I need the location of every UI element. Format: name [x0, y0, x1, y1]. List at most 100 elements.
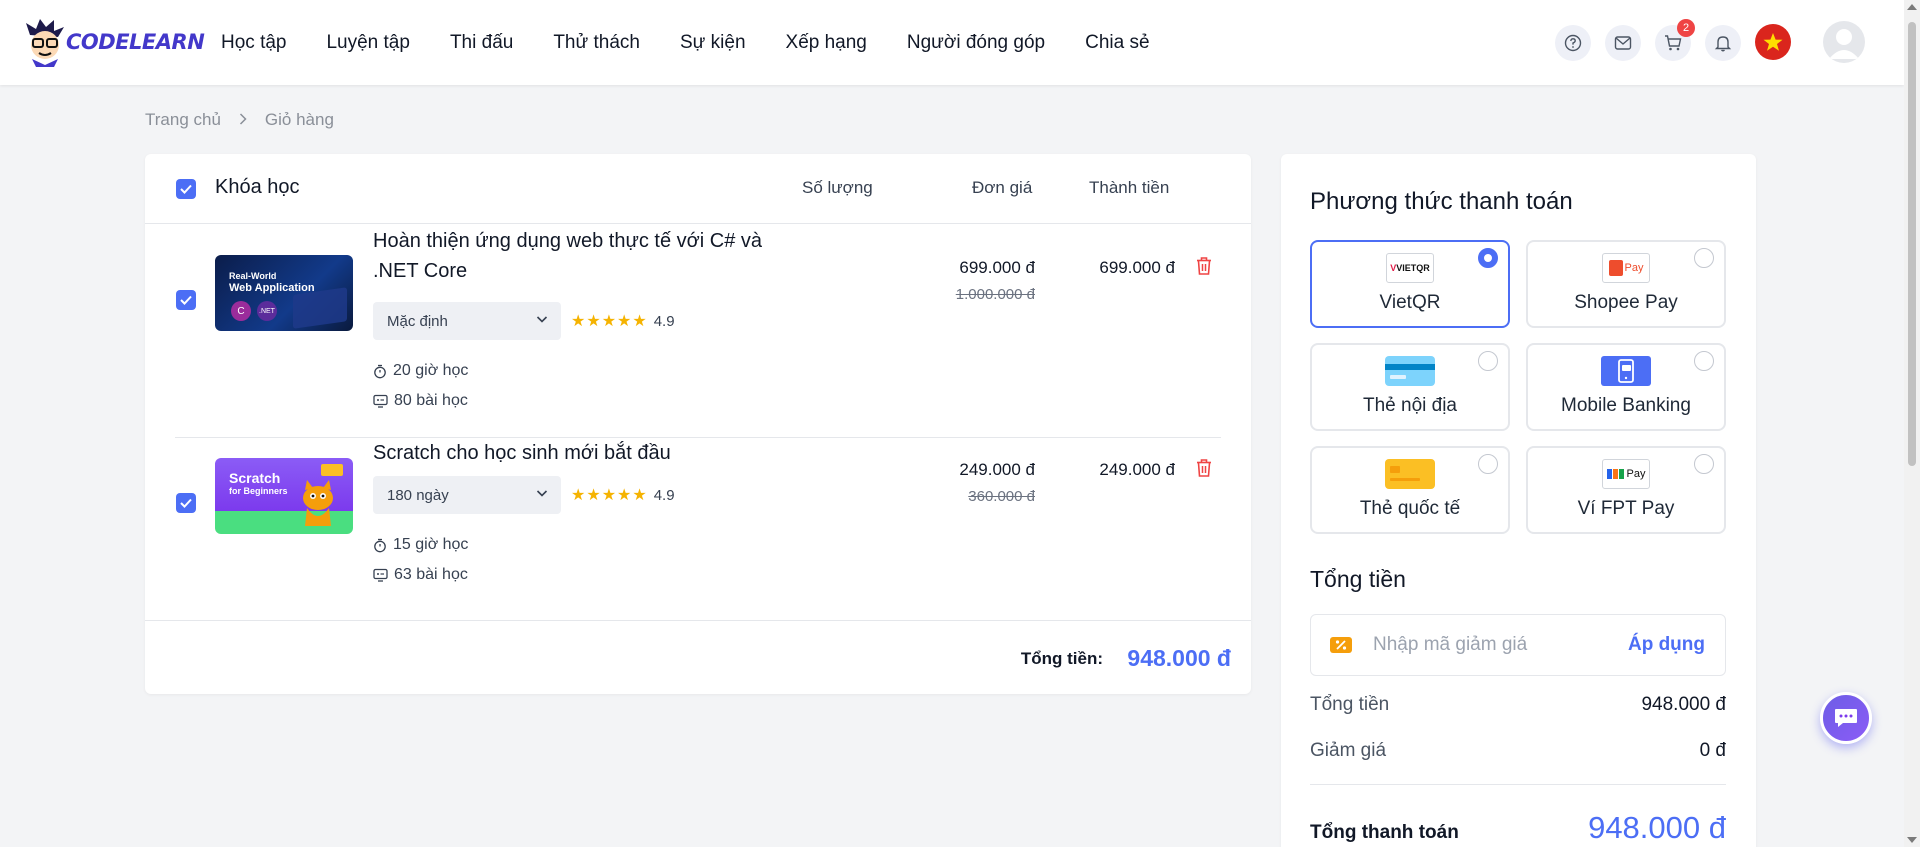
- nav-xep-hang[interactable]: Xếp hạng: [786, 32, 867, 54]
- top-header: CODELEARN Học tập Luyện tập Thi đấu Thử …: [0, 0, 1904, 85]
- nav-hoc-tap[interactable]: Học tập: [221, 32, 286, 54]
- radio-selected[interactable]: [1478, 248, 1498, 268]
- nav-luyen-tap[interactable]: Luyện tập: [326, 32, 409, 54]
- csharp-badge: C: [231, 301, 251, 321]
- apply-coupon-button[interactable]: Áp dụng: [1628, 634, 1705, 656]
- subtotal-row: Tổng tiền 948.000 đ: [1310, 694, 1726, 716]
- mail-icon[interactable]: [1605, 25, 1641, 61]
- option-value: Mặc định: [387, 312, 448, 330]
- scroll-up-arrow-icon[interactable]: [1907, 4, 1917, 10]
- cart-icon[interactable]: 2: [1655, 19, 1695, 61]
- chevron-right-icon: [239, 112, 247, 128]
- bell-icon[interactable]: [1705, 25, 1741, 61]
- original-price: 360.000 đ: [968, 488, 1035, 505]
- cart-panel: Khóa học Số lượng Đơn giá Thành tiền Rea…: [145, 154, 1251, 694]
- badge-icon: [321, 464, 343, 476]
- option-value: 180 ngày: [387, 486, 449, 504]
- breadcrumb-home[interactable]: Trang chủ: [145, 110, 221, 130]
- line-total: 249.000 đ: [1099, 460, 1175, 479]
- subtotal-label: Tổng tiền: [1310, 694, 1390, 715]
- chat-support-button[interactable]: [1820, 692, 1872, 744]
- item-checkbox[interactable]: [176, 493, 196, 513]
- unit-price: 699.000 đ: [959, 258, 1035, 277]
- page-scrollbar[interactable]: [1904, 0, 1920, 847]
- option-select[interactable]: 180 ngày: [373, 476, 561, 514]
- select-all-checkbox[interactable]: [176, 179, 196, 199]
- coupon-input[interactable]: [1373, 629, 1613, 661]
- scrollbar-thumb[interactable]: [1908, 22, 1916, 466]
- method-label: Mobile Banking: [1561, 395, 1691, 416]
- radio-unselected[interactable]: [1478, 454, 1498, 474]
- unit-price-column-header: Đơn giá: [972, 178, 1033, 197]
- radio-unselected[interactable]: [1478, 351, 1498, 371]
- thumb-line2: Web Application: [229, 282, 315, 294]
- method-label: Ví FPT Pay: [1577, 498, 1675, 519]
- payment-method-fptpay[interactable]: Pay Ví FPT Pay: [1526, 446, 1726, 534]
- chevron-down-icon: [535, 486, 549, 504]
- avatar[interactable]: [1823, 21, 1865, 63]
- payment-method-shopeepay[interactable]: Pay Shopee Pay: [1526, 240, 1726, 328]
- discount-row: Giảm giá 0 đ: [1310, 740, 1726, 762]
- subtotal-value: 948.000 đ: [1641, 694, 1726, 715]
- radio-unselected[interactable]: [1694, 248, 1714, 268]
- radio-unselected[interactable]: [1694, 454, 1714, 474]
- discount-value: 0 đ: [1699, 740, 1726, 761]
- cart-total-value: 948.000 đ: [1127, 645, 1231, 671]
- trash-icon[interactable]: [1195, 458, 1213, 483]
- grand-total-label: Tổng thanh toán: [1310, 822, 1459, 843]
- nav-thu-thach[interactable]: Thử thách: [553, 32, 640, 54]
- course-column-header: Khóa học: [215, 176, 300, 198]
- stopwatch-icon: [374, 538, 386, 552]
- rating-value: 4.9: [653, 486, 675, 504]
- payment-method-domestic-card[interactable]: Thẻ nội địa: [1310, 343, 1510, 431]
- nav-su-kien[interactable]: Sự kiện: [680, 32, 746, 54]
- hours-text: 15 giờ học: [393, 536, 469, 553]
- mobile-banking-icon: [1600, 355, 1652, 387]
- coupon-ticket-icon: [1329, 634, 1353, 661]
- lessons-text: 63 bài học: [394, 566, 468, 583]
- scroll-down-arrow-icon[interactable]: [1907, 837, 1917, 843]
- unit-price: 249.000 đ: [959, 460, 1035, 479]
- codelearn-logo[interactable]: CODELEARN: [24, 17, 205, 67]
- option-select[interactable]: Mặc định: [373, 302, 561, 340]
- trash-icon[interactable]: [1195, 256, 1213, 281]
- shopeepay-logo-icon: Pay: [1600, 252, 1652, 284]
- nav-thi-dau[interactable]: Thi đấu: [450, 32, 513, 54]
- thumb-line2: for Beginners: [229, 486, 288, 496]
- dotnet-badge: .NET: [257, 301, 277, 321]
- course-thumbnail[interactable]: Real-World Web Application C .NET: [215, 255, 353, 331]
- course-thumbnail[interactable]: Scratch for Beginners: [215, 458, 353, 534]
- nav-nguoi-dong-gop[interactable]: Người đóng góp: [907, 32, 1045, 54]
- quantity-column-header: Số lượng: [802, 178, 873, 197]
- lessons-text: 80 bài học: [394, 392, 468, 409]
- vietqr-logo-icon: V VIETQR: [1384, 252, 1436, 284]
- grand-total-value: 948.000 đ: [1588, 810, 1726, 845]
- chat-bubble-icon: [1835, 709, 1857, 727]
- thumb-line1: Scratch: [229, 470, 281, 486]
- help-icon[interactable]: [1555, 25, 1591, 61]
- course-hours: 15 giờ học: [373, 536, 468, 554]
- nav-chia-se[interactable]: Chia sẻ: [1085, 32, 1149, 54]
- domestic-card-icon: [1384, 355, 1436, 387]
- cart-total-label: Tổng tiền:: [1020, 649, 1103, 668]
- vietnam-flag-icon[interactable]: [1755, 24, 1791, 60]
- course-lessons: 63 bài học: [373, 566, 468, 584]
- payment-method-vietqr[interactable]: V VIETQR VietQR: [1310, 240, 1510, 328]
- payment-method-mobile-banking[interactable]: Mobile Banking: [1526, 343, 1726, 431]
- breadcrumb: Trang chủ Giỏ hàng: [145, 110, 334, 130]
- radio-unselected[interactable]: [1694, 351, 1714, 371]
- chevron-down-icon: [535, 312, 549, 330]
- total-column-header: Thành tiền: [1089, 178, 1170, 197]
- item-checkbox[interactable]: [176, 290, 196, 310]
- course-hours: 20 giờ học: [373, 362, 468, 380]
- payment-method-international-card[interactable]: Thẻ quốc tế: [1310, 446, 1510, 534]
- star-rating-icon: ★★★★★: [571, 313, 648, 330]
- original-price: 1.000.000 đ: [955, 286, 1035, 303]
- thumb-line1: Real-World: [229, 271, 277, 281]
- fptpay-logo-text: Pay: [1626, 468, 1646, 480]
- course-title[interactable]: Hoàn thiện ứng dụng web thực tế với C# v…: [373, 226, 793, 286]
- monitor-icon: [373, 568, 388, 582]
- course-title[interactable]: Scratch cho học sinh mới bắt đầu: [373, 438, 793, 468]
- stopwatch-icon: [374, 364, 386, 378]
- fptpay-logo-icon: Pay: [1600, 458, 1652, 490]
